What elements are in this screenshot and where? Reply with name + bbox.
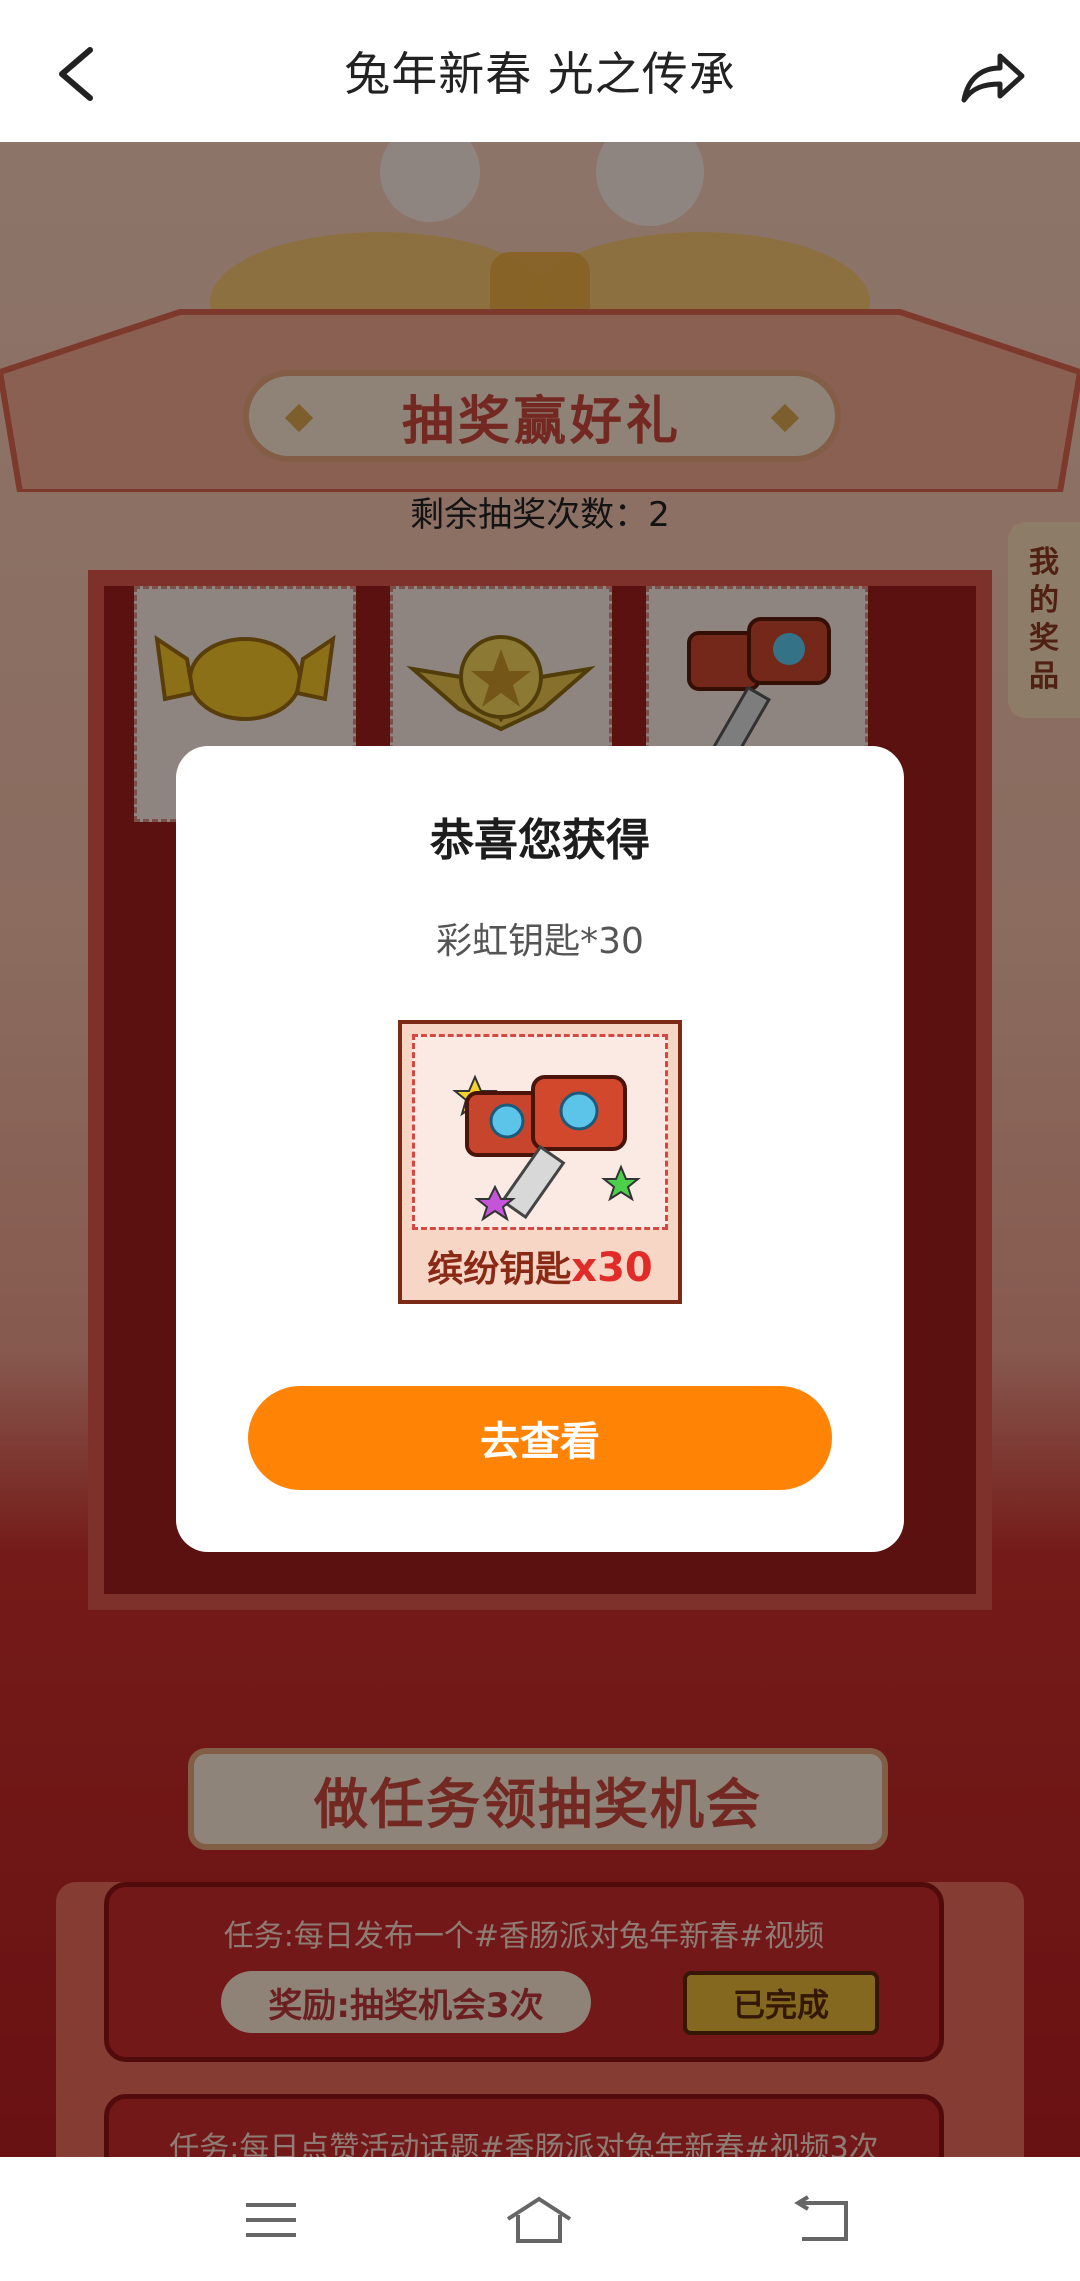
- view-button[interactable]: 去查看: [248, 1386, 832, 1490]
- prize-name: 彩虹钥匙*30: [436, 921, 644, 962]
- prize-card: 缤纷钥匙x30: [398, 1020, 682, 1304]
- page-title: 兔年新春 光之传承: [344, 47, 736, 101]
- prize-card-image: [412, 1034, 668, 1230]
- share-icon[interactable]: [958, 50, 1028, 106]
- back-icon[interactable]: [786, 2195, 856, 2245]
- system-nav-bar: [0, 2157, 1080, 2281]
- dialog-title: 恭喜您获得: [430, 815, 650, 866]
- top-bar: 兔年新春 光之传承: [0, 0, 1080, 142]
- prize-dialog: 恭喜您获得 彩虹钥匙*30 缤纷钥匙x30 去查看: [176, 746, 904, 1552]
- chevron-left-icon[interactable]: [52, 46, 102, 102]
- key-icon: [452, 1074, 641, 1222]
- home-icon[interactable]: [504, 2195, 574, 2245]
- prize-card-label: 缤纷钥匙x30: [427, 1245, 653, 1291]
- menu-icon[interactable]: [236, 2195, 306, 2245]
